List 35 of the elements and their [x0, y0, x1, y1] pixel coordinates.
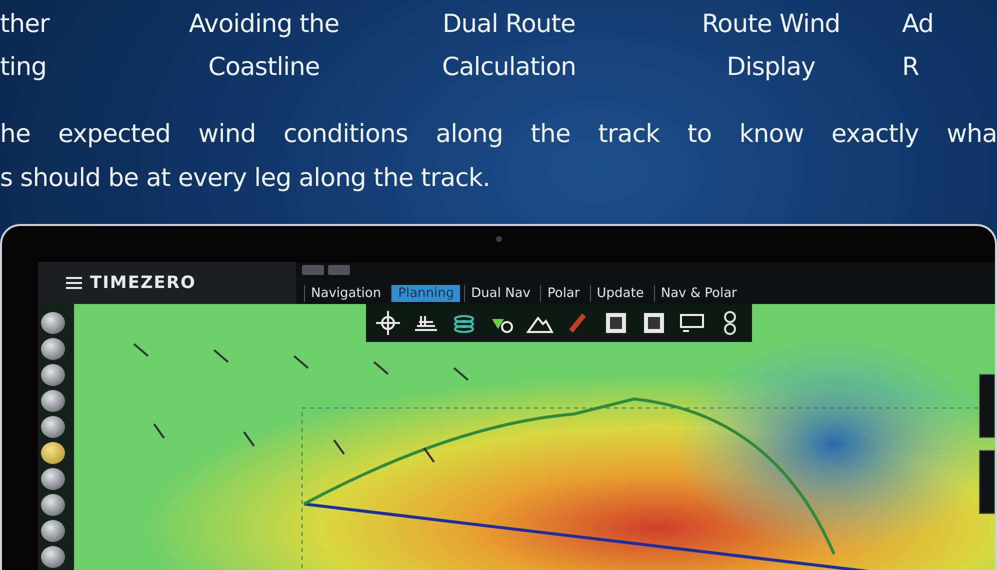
workspace-tab[interactable]: Navigation — [304, 285, 388, 302]
tool-button[interactable] — [41, 442, 65, 464]
side-panel-tab[interactable] — [979, 450, 995, 514]
pencil-icon — [567, 311, 589, 335]
frame-icon — [604, 311, 628, 335]
description-text: s should be at every leg along the track. — [0, 162, 490, 194]
frame-icon — [642, 311, 666, 335]
tool-button[interactable] — [41, 468, 65, 490]
tool-button[interactable] — [41, 416, 65, 438]
menu-icon[interactable] — [66, 277, 82, 289]
workspace-tab[interactable]: Planning — [391, 285, 460, 302]
feature-tab[interactable]: ther ting — [0, 2, 50, 88]
workspace-tab[interactable]: Update — [590, 285, 650, 302]
tool-button[interactable] — [41, 520, 65, 542]
feature-tab[interactable]: Ad R — [902, 2, 934, 88]
rings-icon — [451, 312, 477, 334]
description-text: he expected wind conditions along the track to know exactly wha — [0, 118, 997, 150]
feature-tab[interactable]: Dual Route Calculation — [442, 2, 576, 88]
tool-button[interactable] — [41, 364, 65, 386]
side-panel-tab[interactable] — [979, 374, 995, 438]
feature-tab[interactable]: Route Wind Display — [702, 2, 840, 88]
workspace-tab[interactable]: Nav & Polar — [654, 285, 743, 302]
tool-button[interactable] — [41, 312, 65, 334]
tool-button[interactable] — [41, 546, 65, 568]
panel-icon — [679, 313, 705, 333]
logo-text: TIMEZERO — [90, 273, 196, 293]
tool-button[interactable] — [41, 494, 65, 516]
workspace-tab[interactable]: Dual Nav — [464, 285, 536, 302]
compass-icon — [375, 310, 401, 336]
feature-tab[interactable]: Avoiding the Coastline — [188, 2, 340, 88]
tool-button[interactable] — [374, 308, 402, 338]
workspace-tab[interactable]: Polar — [540, 285, 586, 302]
camera-dot — [496, 236, 502, 242]
tool-button[interactable] — [41, 338, 65, 360]
tool-button[interactable] — [41, 390, 65, 412]
